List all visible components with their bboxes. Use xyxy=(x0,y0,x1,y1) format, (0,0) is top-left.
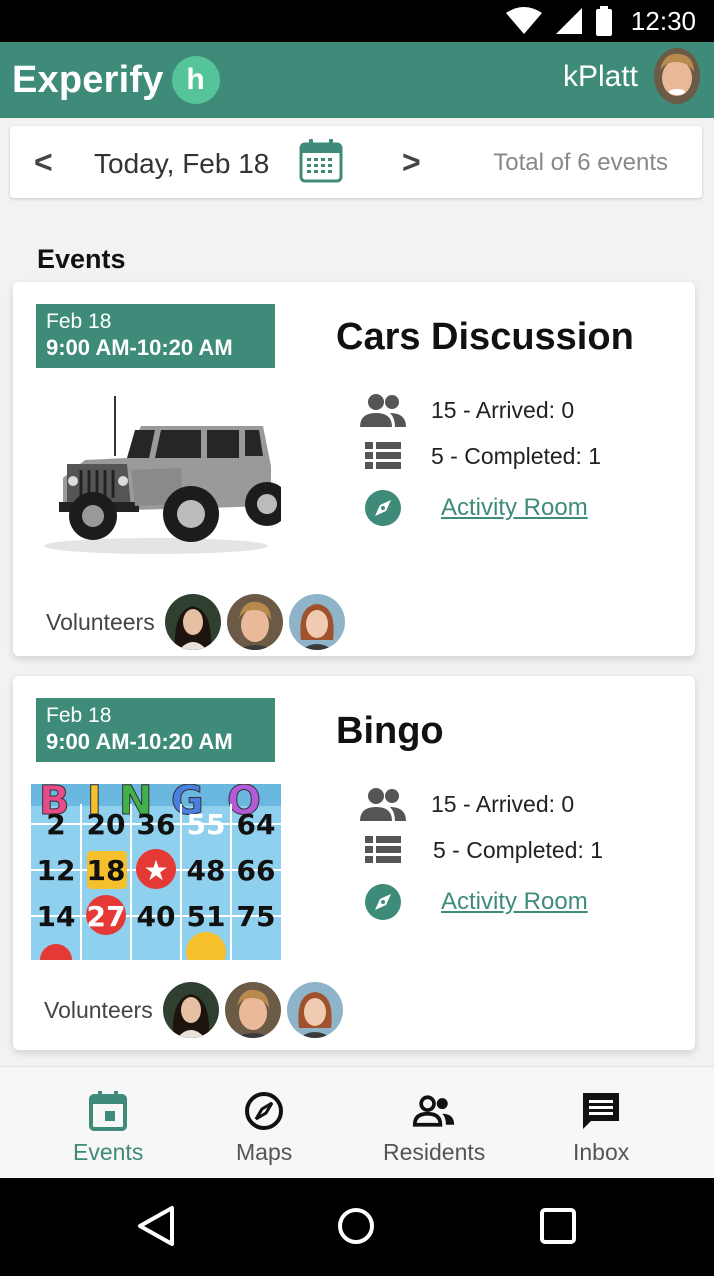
people-icon xyxy=(359,390,407,430)
volunteers-label: Volunteers xyxy=(46,608,155,635)
date-navigator: < Today, Feb 18 > Total of 6 events xyxy=(10,126,702,198)
svg-text:75: 75 xyxy=(237,900,276,933)
nav-residents[interactable]: Residents xyxy=(383,1089,485,1166)
arrived-stat: 15 - Arrived: 0 xyxy=(359,390,574,430)
svg-text:2: 2 xyxy=(46,808,65,841)
event-card[interactable]: Feb 18 9:00 AM-10:20 AM Cars Discussion xyxy=(13,282,695,656)
volunteer-avatar[interactable] xyxy=(286,982,343,1038)
brand-badge: h xyxy=(171,56,220,104)
svg-text:12: 12 xyxy=(37,854,76,887)
event-title: Bingo xyxy=(336,710,444,752)
event-date: Feb 18 xyxy=(46,310,112,333)
nav-events[interactable]: Events xyxy=(73,1089,143,1166)
volunteers-row: Volunteers xyxy=(46,594,351,650)
svg-text:20: 20 xyxy=(87,808,126,841)
svg-text:36: 36 xyxy=(137,808,176,841)
previous-day-button[interactable]: < xyxy=(34,144,53,181)
event-time: 9:00 AM-10:20 AM xyxy=(46,729,233,754)
event-time-chip: Feb 18 9:00 AM-10:20 AM xyxy=(36,304,275,368)
location-stat: Activity Room xyxy=(359,488,588,528)
signal-icon xyxy=(555,8,582,34)
system-navigation-bar xyxy=(0,1178,714,1276)
event-time-chip: Feb 18 9:00 AM-10:20 AM xyxy=(36,698,275,762)
bingo-image: B I N G O 2 20 36 55 64 12 18 ★ 48 66 14 27 40 51 75 xyxy=(31,784,281,960)
volunteer-avatar[interactable] xyxy=(164,594,221,650)
brand-name: Experify xyxy=(12,58,164,101)
brand-logo[interactable]: Experify h xyxy=(12,56,220,104)
list-icon xyxy=(359,436,407,476)
svg-text:40: 40 xyxy=(137,900,176,933)
nav-inbox[interactable]: Inbox xyxy=(573,1089,629,1166)
nav-label: Maps xyxy=(236,1139,293,1165)
calendar-icon[interactable] xyxy=(298,138,344,184)
jeep-image xyxy=(31,386,281,562)
svg-text:18: 18 xyxy=(87,854,126,887)
wifi-icon xyxy=(505,7,542,34)
svg-text:51: 51 xyxy=(187,900,226,933)
status-time: 12:30 xyxy=(630,5,696,36)
events-section-title: Events xyxy=(37,244,126,274)
volunteer-avatar[interactable] xyxy=(226,594,283,650)
total-events-label: Total of 6 events xyxy=(493,149,668,176)
nav-label: Inbox xyxy=(573,1139,630,1165)
user-avatar[interactable] xyxy=(654,48,700,104)
volunteers-row: Volunteers xyxy=(44,982,349,1038)
volunteer-avatar[interactable] xyxy=(162,982,219,1038)
arrived-stat: 15 - Arrived: 0 xyxy=(359,784,574,824)
volunteers-label: Volunteers xyxy=(44,996,153,1023)
message-icon xyxy=(579,1089,623,1133)
completed-stat: 5 - Completed: 1 xyxy=(359,436,601,476)
compass-icon xyxy=(359,882,407,922)
people-icon xyxy=(359,784,407,824)
calendar-icon xyxy=(86,1089,130,1133)
completed-count: 5 - Completed: 1 xyxy=(431,442,602,469)
event-date: Feb 18 xyxy=(46,704,112,727)
status-bar: 12:30 xyxy=(0,0,714,42)
location-link[interactable]: Activity Room xyxy=(441,888,588,916)
nav-label: Residents xyxy=(383,1139,486,1165)
compass-icon xyxy=(359,488,407,528)
svg-text:66: 66 xyxy=(237,854,276,887)
location-link[interactable]: Activity Room xyxy=(441,494,588,522)
svg-text:64: 64 xyxy=(237,808,276,841)
nav-maps[interactable]: Maps xyxy=(236,1089,292,1166)
completed-count: 5 - Completed: 1 xyxy=(433,836,604,863)
nav-label: Events xyxy=(73,1139,144,1165)
arrived-count: 15 - Arrived: 0 xyxy=(431,790,575,817)
volunteer-avatar[interactable] xyxy=(224,982,281,1038)
compass-icon xyxy=(242,1089,286,1133)
next-day-button[interactable]: > xyxy=(402,144,421,181)
svg-text:★: ★ xyxy=(143,854,168,887)
people-icon xyxy=(412,1089,456,1133)
app-bar: Experify h kPlatt xyxy=(0,42,714,118)
recents-icon[interactable] xyxy=(536,1204,580,1248)
svg-text:27: 27 xyxy=(87,900,126,933)
volunteer-avatar[interactable] xyxy=(288,594,345,650)
arrived-count: 15 - Arrived: 0 xyxy=(431,396,575,423)
svg-text:48: 48 xyxy=(187,854,226,887)
bottom-navigation: Events Maps Residents Inbox xyxy=(0,1066,714,1178)
completed-stat: 5 - Completed: 1 xyxy=(359,830,603,870)
event-card[interactable]: Feb 18 9:00 AM-10:20 AM Bingo B I N G O … xyxy=(13,676,695,1050)
event-title: Cars Discussion xyxy=(336,316,634,358)
svg-text:55: 55 xyxy=(187,808,226,841)
home-icon[interactable] xyxy=(334,1204,378,1248)
location-stat: Activity Room xyxy=(359,882,588,922)
back-icon[interactable] xyxy=(134,1204,178,1248)
username[interactable]: kPlatt xyxy=(563,60,638,94)
list-icon xyxy=(359,830,407,870)
battery-icon xyxy=(595,6,612,36)
event-time: 9:00 AM-10:20 AM xyxy=(46,335,233,360)
svg-text:14: 14 xyxy=(37,900,76,933)
current-date-label: Today, Feb 18 xyxy=(94,148,270,179)
